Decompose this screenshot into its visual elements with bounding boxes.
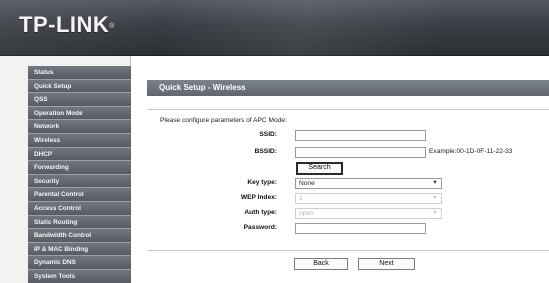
sidebar-item-dhcp[interactable]: DHCP	[28, 147, 131, 162]
chevron-down-icon: ▼	[432, 195, 438, 201]
chevron-down-icon: ▼	[432, 180, 438, 186]
main-content: Quick Setup - Wireless Please configure …	[147, 56, 549, 283]
back-button[interactable]: Back	[294, 258, 348, 270]
sidebar-item-access-control[interactable]: Access Control	[28, 201, 131, 216]
chevron-down-icon: ▼	[432, 210, 438, 216]
ssid-label: SSID:	[259, 131, 277, 138]
search-button[interactable]: Search	[296, 162, 343, 175]
sidebar-item-static-routing[interactable]: Static Routing	[28, 215, 131, 230]
key-type-value: None	[299, 180, 315, 187]
bssid-label: BSSID:	[254, 148, 277, 155]
key-type-label: Key type:	[247, 179, 277, 186]
sidebar-item-operation-mode[interactable]: Operation Mode	[28, 106, 131, 121]
sidebar-item-quick-setup[interactable]: Quick Setup	[28, 79, 131, 94]
title-divider	[147, 109, 549, 110]
ssid-input[interactable]	[295, 130, 426, 141]
header-banner: TP-LINK®	[0, 0, 549, 56]
auth-type-select[interactable]: open ▼	[295, 208, 442, 219]
password-input[interactable]	[295, 223, 426, 234]
sidebar-item-parental-control[interactable]: Parental Control	[28, 188, 131, 202]
wep-index-label: WEP Index:	[240, 194, 277, 201]
sidebar-item-ip-mac-binding[interactable]: IP & MAC Binding	[28, 242, 131, 257]
sidebar-item-security[interactable]: Security	[28, 174, 131, 189]
sidebar-item-network[interactable]: Network	[28, 120, 131, 134]
key-type-select[interactable]: None ▼	[295, 178, 442, 189]
sidebar-menu: Status Quick Setup QSS Operation Mode Ne…	[28, 66, 131, 283]
bssid-input[interactable]	[295, 147, 426, 158]
page-title: Quick Setup - Wireless	[147, 80, 549, 96]
sidebar-item-status[interactable]: Status	[28, 66, 131, 80]
next-button[interactable]: Next	[358, 258, 415, 270]
auth-type-value: open	[299, 210, 314, 217]
sidebar-item-system-tools[interactable]: System Tools	[28, 269, 131, 283]
wep-index-select[interactable]: 1 ▼	[295, 193, 442, 204]
form-divider	[147, 250, 549, 251]
wep-index-value: 1	[299, 195, 303, 202]
sidebar-item-dynamic-dns[interactable]: Dynamic DNS	[28, 256, 131, 270]
password-label: Password:	[243, 224, 277, 231]
bssid-example-text: Example:00-1D-0F-11-22-33	[429, 148, 513, 155]
auth-type-label: Auth type:	[244, 209, 277, 216]
intro-text: Please configure parameters of APC Mode:	[160, 117, 287, 124]
sidebar-item-wireless[interactable]: Wireless	[28, 133, 131, 148]
sidebar-item-forwarding[interactable]: Forwarding	[28, 161, 131, 175]
sidebar-item-qss[interactable]: QSS	[28, 93, 131, 107]
sidebar-item-bandwidth-control[interactable]: Bandwidth Control	[28, 229, 131, 243]
tp-link-logo: TP-LINK®	[19, 12, 115, 37]
